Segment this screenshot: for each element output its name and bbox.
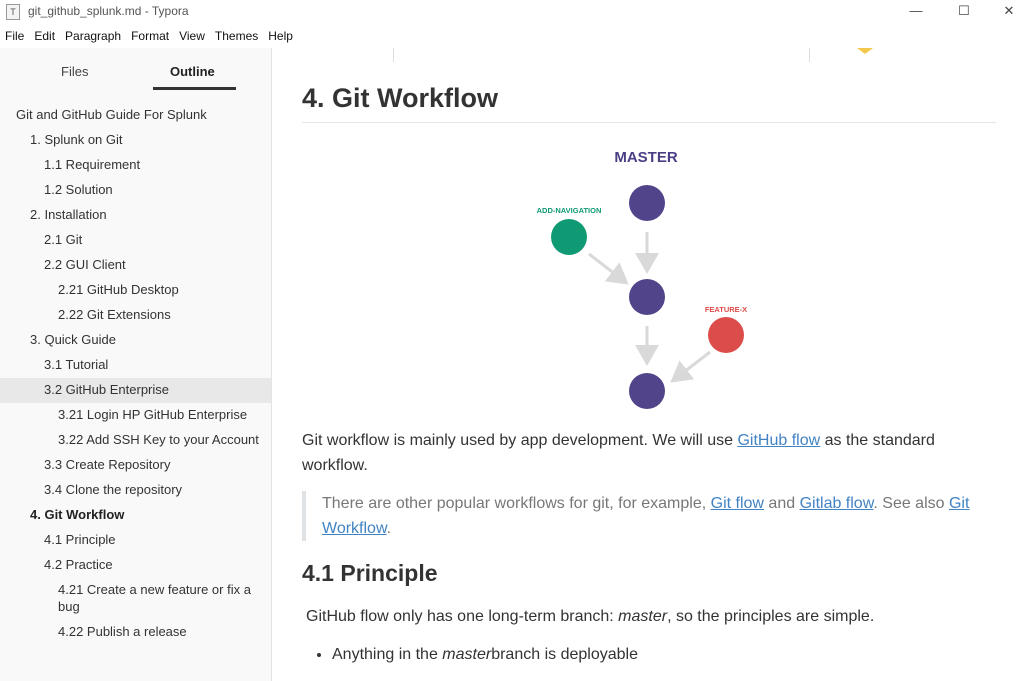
scrolled-content-edge	[809, 48, 810, 62]
outline-item[interactable]: 4.1 Principle	[0, 528, 271, 553]
outline-item[interactable]: 3.2 GitHub Enterprise	[0, 378, 271, 403]
minimize-button[interactable]: —	[893, 0, 939, 24]
outline-item[interactable]: 2.2 GUI Client	[0, 253, 271, 278]
emphasis-master: master	[442, 646, 492, 663]
diagram-label-add-navigation: ADD-NAVIGATION	[537, 206, 602, 215]
quote-text: There are other popular workflows for gi…	[322, 495, 711, 512]
close-button[interactable]: ✕	[986, 0, 1024, 24]
menu-format[interactable]: Format	[126, 26, 174, 46]
menu-view[interactable]: View	[174, 26, 210, 46]
outline-item[interactable]: 4.2 Practice	[0, 553, 271, 578]
outline-item[interactable]: 1. Splunk on Git	[0, 128, 271, 153]
typora-app-icon: T	[6, 4, 20, 20]
outline-item[interactable]: 3.3 Create Repository	[0, 453, 271, 478]
sidebar-tabs: Files Outline	[0, 48, 271, 98]
title-bar: T git_github_splunk.md - Typora — ☐ ✕	[0, 0, 1024, 24]
tab-outline[interactable]: Outline	[170, 64, 215, 79]
outline-item[interactable]: 3. Quick Guide	[0, 328, 271, 353]
outline-item[interactable]: 2. Installation	[0, 203, 271, 228]
paragraph-text: Git workflow is mainly used by app devel…	[302, 432, 738, 449]
tab-files[interactable]: Files	[61, 64, 88, 79]
subsection-heading[interactable]: 4.1 Principle	[302, 560, 438, 587]
scrolled-image-fragment	[857, 48, 873, 54]
menu-help[interactable]: Help	[263, 26, 298, 46]
list-item-text: Anything in the	[332, 646, 443, 663]
editor-pane: 4. Git Workflow MASTER ADD-NAVIGATION FE…	[272, 48, 1024, 681]
link-git-flow[interactable]: Git flow	[711, 495, 764, 512]
master-commit-node	[629, 279, 665, 315]
scrolled-content-edge	[393, 48, 394, 62]
link-github-flow[interactable]: GitHub flow	[737, 432, 820, 449]
feature-x-commit-node	[708, 317, 744, 353]
paragraph-principle: GitHub flow only has one long-term branc…	[306, 608, 874, 626]
principle-list: Anything in the masterbranch is deployab…	[302, 646, 638, 664]
blockquote: There are other popular workflows for gi…	[302, 491, 982, 541]
quote-text: .	[386, 520, 392, 537]
outline-item[interactable]: 1.1 Requirement	[0, 153, 271, 178]
outline-item[interactable]: 4.21 Create a new feature or fix a bug	[0, 578, 271, 620]
maximize-button[interactable]: ☐	[941, 0, 987, 24]
master-commit-node	[629, 373, 665, 409]
paragraph-text: , so the principles are simple.	[667, 608, 875, 625]
diagram-arrow	[588, 252, 629, 285]
outline-item[interactable]: 2.1 Git	[0, 228, 271, 253]
menu-bar: File Edit Paragraph Format View Themes H…	[0, 26, 298, 46]
menu-paragraph[interactable]: Paragraph	[60, 26, 126, 46]
outline-item[interactable]: 4. Git Workflow	[0, 503, 271, 528]
outline-item[interactable]: 1.2 Solution	[0, 178, 271, 203]
outline-list: Git and GitHub Guide For Splunk 1. Splunk…	[0, 103, 271, 645]
diagram-arrow	[670, 350, 711, 383]
diagram-label-feature-x: FEATURE-X	[705, 305, 747, 314]
outline-item[interactable]: 2.21 GitHub Desktop	[0, 278, 271, 303]
list-item-text: branch is deployable	[491, 646, 638, 663]
git-workflow-diagram: MASTER ADD-NAVIGATION FEATURE-X	[537, 149, 747, 409]
link-gitlab-flow[interactable]: Gitlab flow	[800, 495, 874, 512]
paragraph-text: GitHub flow only has one long-term branc…	[306, 608, 619, 625]
outline-item[interactable]: 4.22 Publish a release	[0, 620, 271, 645]
menu-file[interactable]: File	[0, 26, 29, 46]
active-tab-indicator	[153, 87, 236, 90]
outline-item[interactable]: 3.1 Tutorial	[0, 353, 271, 378]
paragraph-workflow: Git workflow is mainly used by app devel…	[302, 428, 992, 478]
outline-item[interactable]: Git and GitHub Guide For Splunk	[0, 103, 271, 128]
outline-item[interactable]: 3.4 Clone the repository	[0, 478, 271, 503]
emphasis-master: master	[618, 608, 668, 625]
quote-text: and	[763, 495, 800, 512]
outline-item[interactable]: 3.22 Add SSH Key to your Account	[0, 428, 271, 453]
list-item: Anything in the masterbranch is deployab…	[332, 646, 638, 664]
menu-edit[interactable]: Edit	[29, 26, 60, 46]
menu-themes[interactable]: Themes	[210, 26, 263, 46]
quote-text: . See also	[873, 495, 949, 512]
diagram-title-master: MASTER	[614, 149, 678, 166]
outline-item[interactable]: 3.21 Login HP GitHub Enterprise	[0, 403, 271, 428]
sidebar: Files Outline Git and GitHub Guide For S…	[0, 48, 272, 681]
add-navigation-commit-node	[551, 219, 587, 255]
master-commit-node	[629, 185, 665, 221]
section-heading[interactable]: 4. Git Workflow	[302, 83, 498, 114]
window-title: git_github_splunk.md - Typora	[28, 4, 189, 18]
outline-item[interactable]: 2.22 Git Extensions	[0, 303, 271, 328]
heading-divider	[302, 122, 996, 123]
